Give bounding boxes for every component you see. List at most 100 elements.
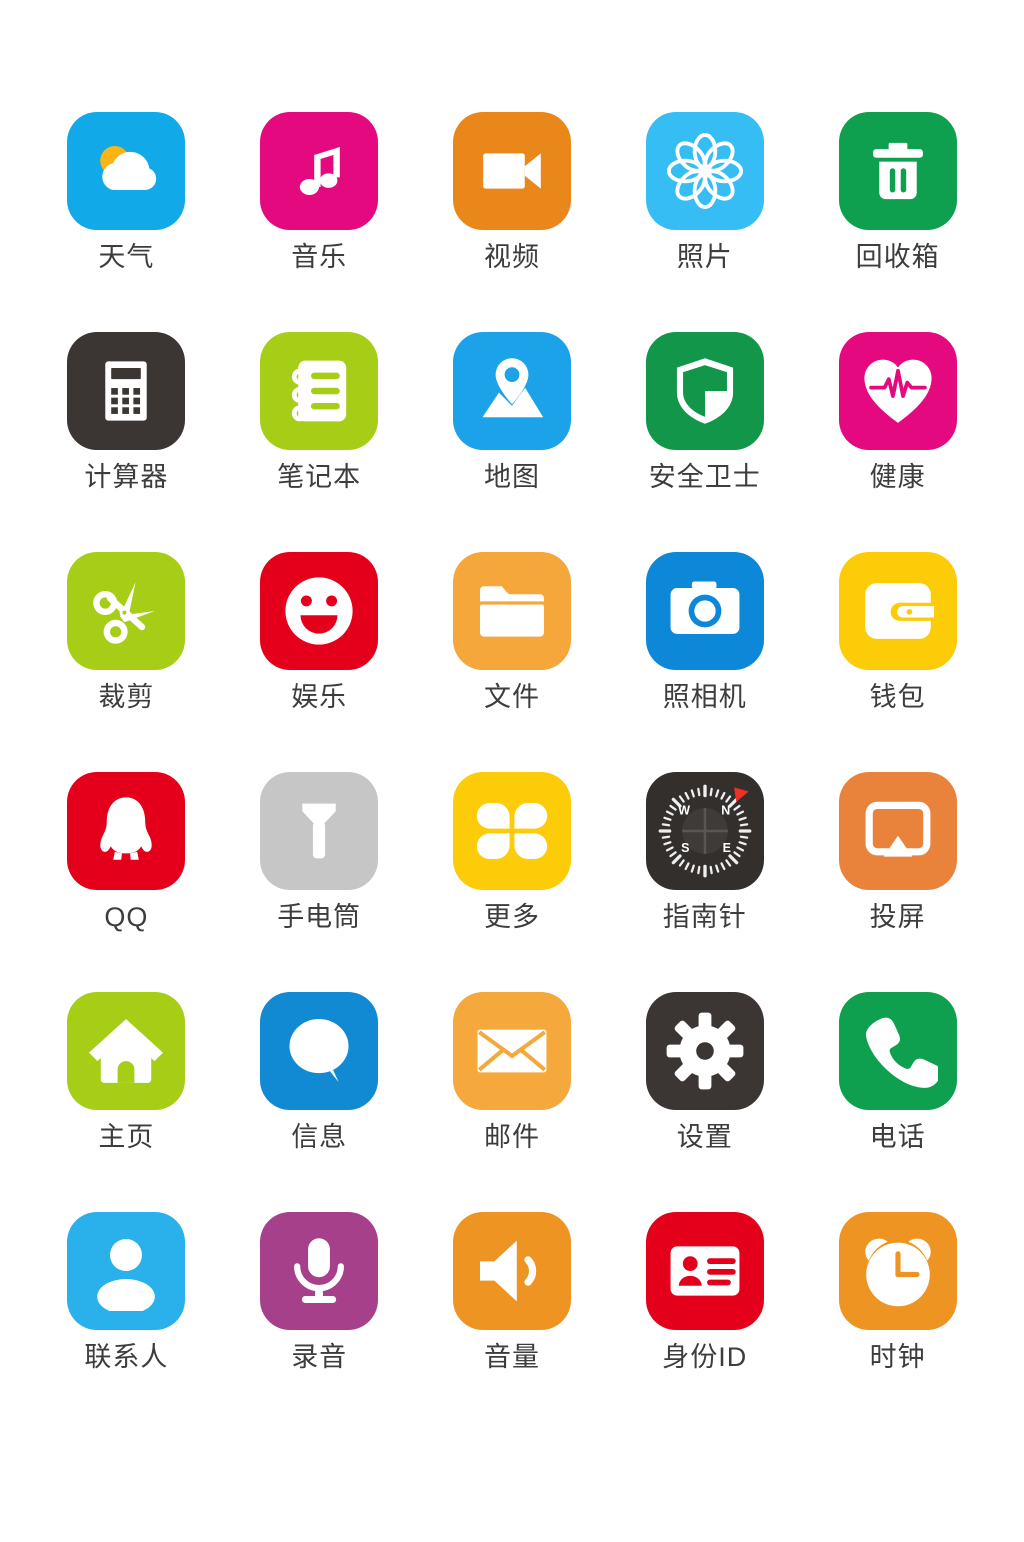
app-tile-more-grid[interactable]: [452, 772, 571, 890]
app-cell: 裁剪: [30, 552, 223, 772]
app-cell: 更多: [416, 772, 609, 992]
app-tile-volume-speaker[interactable]: [452, 1212, 571, 1330]
video-camera-icon: [472, 131, 552, 211]
app-label: 照片: [676, 242, 733, 272]
app-label: 计算器: [84, 462, 169, 492]
app-tile-compass[interactable]: W N S E: [645, 772, 764, 890]
app-label: 笔记本: [277, 462, 362, 492]
app-tile-id-card[interactable]: [645, 1212, 764, 1330]
app-tile-wallet[interactable]: [838, 552, 957, 670]
app-label: 音量: [483, 1342, 540, 1372]
app-cell: 身份ID: [608, 1212, 801, 1432]
app-cell: 联系人: [30, 1212, 223, 1432]
app-tile-envelope[interactable]: [452, 992, 571, 1110]
app-cell: 文件: [416, 552, 609, 772]
app-cell: 照片: [608, 112, 801, 332]
app-tile-calculator[interactable]: [67, 332, 186, 450]
alarm-clock-icon: [855, 1228, 941, 1314]
app-tile-video-camera[interactable]: [452, 112, 571, 230]
compass-icon: W N S E: [653, 779, 757, 883]
app-cell: 回收箱: [801, 112, 994, 332]
calculator-icon: [89, 354, 163, 428]
app-tile-contacts-person[interactable]: [67, 1212, 186, 1330]
id-card-icon: [664, 1230, 746, 1312]
app-tile-heart-pulse[interactable]: [838, 332, 957, 450]
app-label: 投屏: [869, 902, 926, 932]
app-cell: 手电筒: [223, 772, 416, 992]
app-label: 视频: [483, 242, 540, 272]
app-tile-alarm-clock[interactable]: [838, 1212, 957, 1330]
app-label: 身份ID: [662, 1342, 748, 1372]
app-tile-notebook[interactable]: [260, 332, 379, 450]
contacts-person-icon: [86, 1231, 166, 1311]
app-cell: 照相机: [608, 552, 801, 772]
app-label: 裁剪: [98, 682, 155, 712]
app-label: 指南针: [662, 902, 747, 932]
gear-icon: [665, 1011, 745, 1091]
app-label: 健康: [869, 462, 926, 492]
app-tile-flower-photos[interactable]: [645, 112, 764, 230]
app-tile-shield[interactable]: [645, 332, 764, 450]
app-cell: 娱乐: [223, 552, 416, 772]
chat-bubble-icon: [278, 1010, 360, 1092]
app-tile-screen-cast[interactable]: [838, 772, 957, 890]
app-label: 天气: [98, 242, 155, 272]
app-tile-map-pin[interactable]: [452, 332, 571, 450]
app-tile-microphone[interactable]: [260, 1212, 379, 1330]
app-cell: 电话: [801, 992, 994, 1212]
trash-icon: [859, 132, 937, 210]
app-label: QQ: [104, 902, 149, 932]
app-tile-music-note[interactable]: [260, 112, 379, 230]
home-icon: [84, 1009, 168, 1093]
app-tile-trash[interactable]: [838, 112, 957, 230]
app-tile-qq-penguin[interactable]: [67, 772, 186, 890]
app-label: 地图: [483, 462, 540, 492]
app-label: 联系人: [84, 1342, 169, 1372]
weather-icon: [83, 128, 169, 214]
app-cell: 投屏: [801, 772, 994, 992]
svg-text:N: N: [721, 803, 730, 817]
app-label: 录音: [291, 1342, 348, 1372]
app-label: 邮件: [483, 1122, 540, 1152]
app-cell: 信息: [223, 992, 416, 1212]
app-tile-camera[interactable]: [645, 552, 764, 670]
app-label: 照相机: [662, 682, 747, 712]
svg-text:S: S: [681, 841, 689, 855]
app-cell: 邮件: [416, 992, 609, 1212]
app-cell: 音量: [416, 1212, 609, 1432]
app-label: 主页: [98, 1122, 155, 1152]
shield-icon: [666, 352, 744, 430]
smiley-face-icon: [277, 569, 361, 653]
app-tile-smiley-face[interactable]: [260, 552, 379, 670]
app-tile-phone[interactable]: [838, 992, 957, 1110]
camera-icon: [664, 570, 746, 652]
microphone-icon: [280, 1232, 358, 1310]
app-tile-folder[interactable]: [452, 552, 571, 670]
notebook-icon: [279, 351, 359, 431]
app-tile-flashlight[interactable]: [260, 772, 379, 890]
app-cell: 视频: [416, 112, 609, 332]
app-label: 手电筒: [277, 902, 362, 932]
app-tile-gear[interactable]: [645, 992, 764, 1110]
app-tile-weather[interactable]: [67, 112, 186, 230]
app-tile-scissors[interactable]: [67, 552, 186, 670]
app-label: 电话: [869, 1122, 926, 1152]
app-label: 娱乐: [291, 682, 348, 712]
qq-penguin-icon: [86, 791, 166, 871]
app-cell: 天气: [30, 112, 223, 332]
app-tile-home[interactable]: [67, 992, 186, 1110]
app-cell: 钱包: [801, 552, 994, 772]
app-cell: 笔记本: [223, 332, 416, 552]
svg-text:W: W: [678, 803, 690, 817]
app-cell: 设置: [608, 992, 801, 1212]
flower-photos-icon: [662, 128, 748, 214]
app-cell: 安全卫士: [608, 332, 801, 552]
app-label: 文件: [483, 682, 540, 712]
app-tile-chat-bubble[interactable]: [260, 992, 379, 1110]
app-label: 安全卫士: [648, 462, 761, 492]
app-cell: 录音: [223, 1212, 416, 1432]
phone-icon: [858, 1011, 938, 1091]
app-label: 设置: [676, 1122, 733, 1152]
map-pin-icon: [471, 350, 553, 432]
app-cell: W N S E 指南针: [608, 772, 801, 992]
